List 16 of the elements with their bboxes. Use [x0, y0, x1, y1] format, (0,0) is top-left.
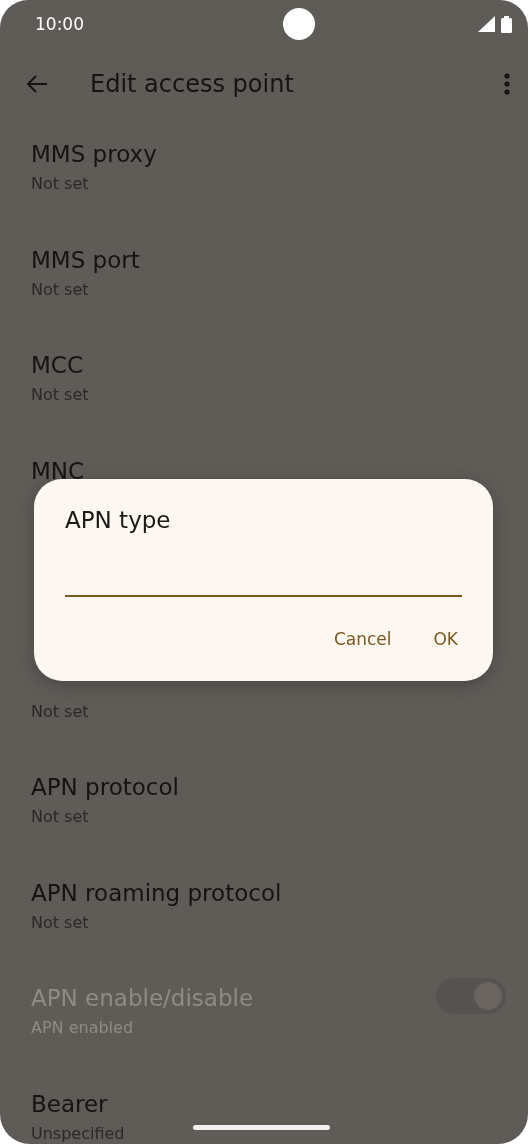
back-arrow-icon [26, 74, 48, 94]
setting-title: MCC [31, 351, 83, 380]
more-vert-icon [504, 73, 510, 95]
camera-cutout [283, 8, 315, 40]
setting-title: MMS port [31, 245, 140, 275]
signal-icon [478, 16, 495, 32]
setting-title: Bearer [31, 1089, 108, 1119]
setting-title: MMS proxy [31, 140, 157, 169]
setting-title: APN roaming protocol [31, 878, 282, 908]
dialog-button[interactable]: Cancel [321, 621, 404, 657]
status-time: 10:00 [35, 14, 84, 34]
dialog-button[interactable]: OK [421, 621, 470, 657]
dialog-title: APN type [65, 507, 171, 533]
screen-title: Edit access point [90, 70, 295, 98]
battery-icon [501, 15, 512, 33]
setting-title: APN protocol [31, 773, 179, 802]
